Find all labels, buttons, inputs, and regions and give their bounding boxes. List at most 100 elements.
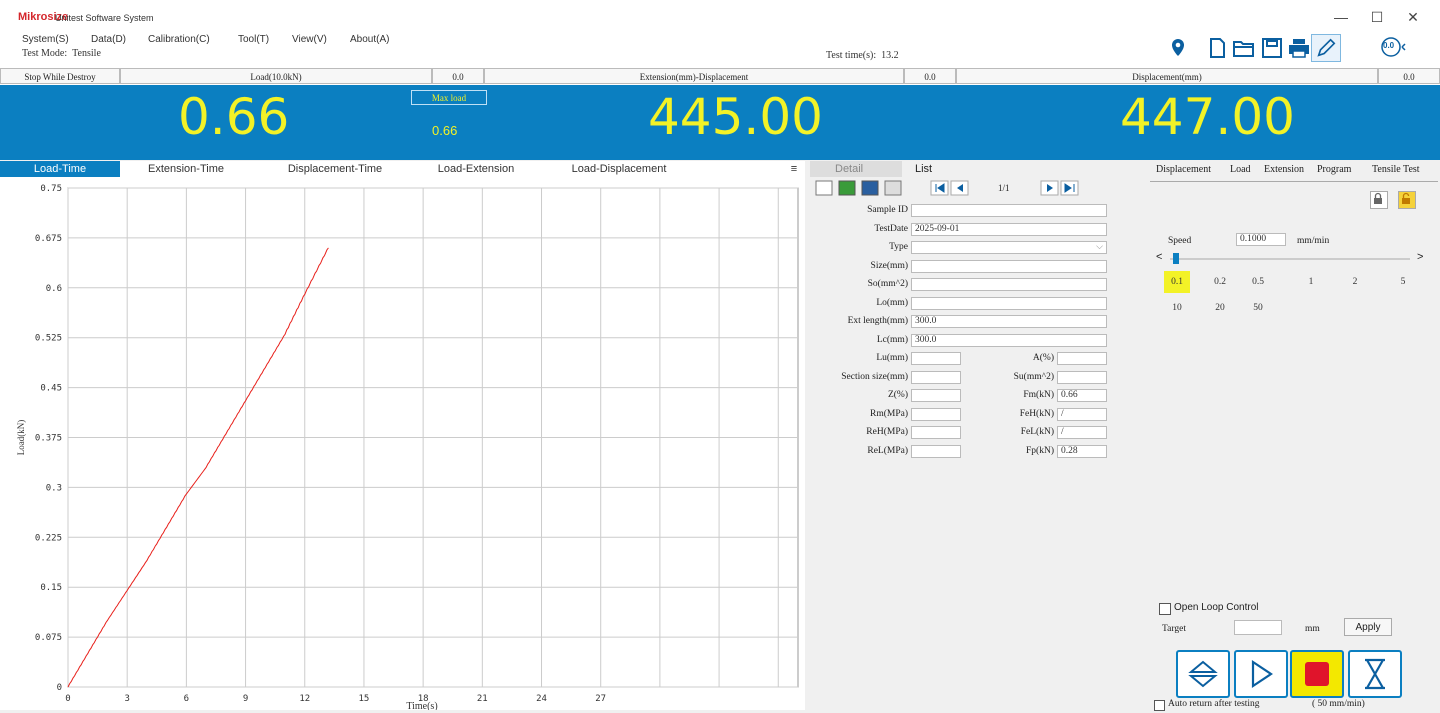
print-record-icon[interactable] [884,180,902,196]
tab-detail[interactable]: Detail [835,163,863,175]
load-time-chart: 0 3 6 9 12 15 18 21 24 2700.0750.150.2250.30.3750… [16,184,799,712]
tab-load-extension[interactable]: Load-Extension [420,161,532,177]
speed-preset[interactable]: 20 [1207,297,1233,319]
target-unit: mm [1305,624,1320,634]
field-input[interactable]: 300.0 [911,315,1107,328]
field-input[interactable]: ⌵ [911,241,1107,254]
x-tick-label: 21 [477,694,488,704]
open-loop-checkbox[interactable] [1159,603,1171,615]
slider-right-arrow[interactable]: > [1417,251,1423,263]
tab-load-displacement[interactable]: Load-Displacement [555,161,683,177]
return-button[interactable] [1348,650,1402,698]
field-input[interactable]: / [1057,407,1107,421]
target-input[interactable] [1234,620,1282,635]
maximize-button[interactable]: ☐ [1362,6,1392,28]
tab-load[interactable]: Load [1230,164,1251,175]
tab-program[interactable]: Program [1317,164,1351,175]
control-panel [1148,161,1440,710]
start-button[interactable] [1234,650,1288,698]
tab-list[interactable]: List [915,163,932,175]
tab-extension[interactable]: Extension [1264,164,1304,175]
new-file-icon[interactable] [1205,36,1229,60]
max-load-button[interactable]: Max load [411,90,487,105]
speed-preset[interactable]: 5 [1390,271,1416,293]
menu-calibration[interactable]: Calibration(C) [148,34,210,45]
field-input[interactable]: / [1057,426,1107,439]
field-input[interactable]: 2025-09-01 [911,222,1107,236]
close-button[interactable]: ✕ [1398,6,1428,28]
field-input[interactable] [911,370,961,384]
auto-return-checkbox[interactable] [1154,700,1165,711]
new-record-icon[interactable] [815,180,833,196]
field-input[interactable] [911,407,961,421]
stop-button[interactable] [1290,650,1344,698]
field-input[interactable] [911,444,961,458]
field-input[interactable] [1057,370,1107,384]
jog-button[interactable] [1176,650,1230,698]
field-input[interactable]: 0.66 [1057,389,1107,402]
field-label: Section size(mm) [841,371,908,382]
field-input[interactable]: 0.28 [1057,444,1107,458]
up-down-arrows-icon [1188,660,1218,688]
x-tick-label: 24 [536,694,547,704]
tab-load-time[interactable]: Load-Time [0,161,120,177]
field-input[interactable] [911,278,1107,291]
field-input[interactable] [1057,352,1107,365]
field-input[interactable] [911,296,1107,310]
chart-menu-icon[interactable]: ≡ [786,161,802,177]
tab-displacement-time[interactable]: Displacement-Time [270,161,400,177]
speed-input[interactable]: 0.1000 [1236,233,1286,246]
open-folder-icon[interactable] [1232,36,1256,60]
speed-preset[interactable]: 1 [1298,271,1324,293]
edit-button[interactable] [1311,34,1341,62]
field-label: Z(%) [887,390,908,400]
print-icon[interactable] [1287,36,1311,60]
save-record-icon[interactable] [861,180,879,196]
chart-tabs [0,161,805,178]
field-input[interactable]: 300.0 [911,333,1107,347]
tab-extension-time[interactable]: Extension-Time [130,161,242,177]
save-icon[interactable] [1260,36,1284,60]
extension-readout: 445.00 [648,88,823,146]
speed-preset[interactable]: 50 [1245,297,1271,319]
speed-preset[interactable]: 10 [1164,297,1190,319]
x-tick-label: 27 [595,694,606,704]
speed-preset[interactable]: 2 [1342,271,1368,293]
menu-data[interactable]: Data(D) [91,34,126,45]
unlock-button[interactable] [1398,191,1416,209]
return-speed: ( 50 mm/min) [1312,699,1365,709]
zero-label: 0.0 [1383,41,1395,50]
field-input[interactable] [911,426,961,439]
location-icon[interactable] [1166,36,1190,60]
menu-about[interactable]: About(A) [350,34,389,45]
tab-tensile-test[interactable]: Tensile Test [1372,164,1420,175]
max-load-value: 0.66 [432,123,458,138]
tab-displacement[interactable]: Displacement [1156,164,1211,175]
field-input[interactable] [911,389,961,402]
speed-preset[interactable]: 0.2 [1207,271,1233,293]
extension-header-value: 0.0 [904,68,956,84]
field-input[interactable] [911,204,1107,217]
minimize-button[interactable]: — [1326,6,1356,28]
field-label: Su(mm^2) [1013,371,1054,382]
stop-while-destroy[interactable]: Stop While Destroy [0,68,120,84]
menu-tool[interactable]: Tool(T) [238,34,269,45]
nav-next-last[interactable] [1040,180,1080,196]
page-indicator: 1/1 [998,183,1010,193]
menu-system[interactable]: System(S) [22,34,69,45]
menu-view[interactable]: View(V) [292,34,327,45]
speed-slider-track[interactable] [1170,258,1410,260]
speed-slider-thumb[interactable] [1173,253,1179,264]
field-input[interactable] [911,259,1107,273]
field-label: Fm(kN) [1023,390,1054,400]
speed-preset[interactable]: 0.1 [1164,271,1190,293]
zero-button[interactable]: 0.0 [1378,36,1408,58]
field-input[interactable] [911,352,961,365]
nav-first-prev[interactable] [930,180,970,196]
speed-preset[interactable]: 0.5 [1245,271,1271,293]
lock-button[interactable] [1370,191,1388,209]
apply-button[interactable]: Apply [1344,618,1392,636]
open-record-icon[interactable] [838,180,856,196]
slider-left-arrow[interactable]: < [1156,251,1162,263]
y-tick-label: 0.75 [40,184,62,194]
